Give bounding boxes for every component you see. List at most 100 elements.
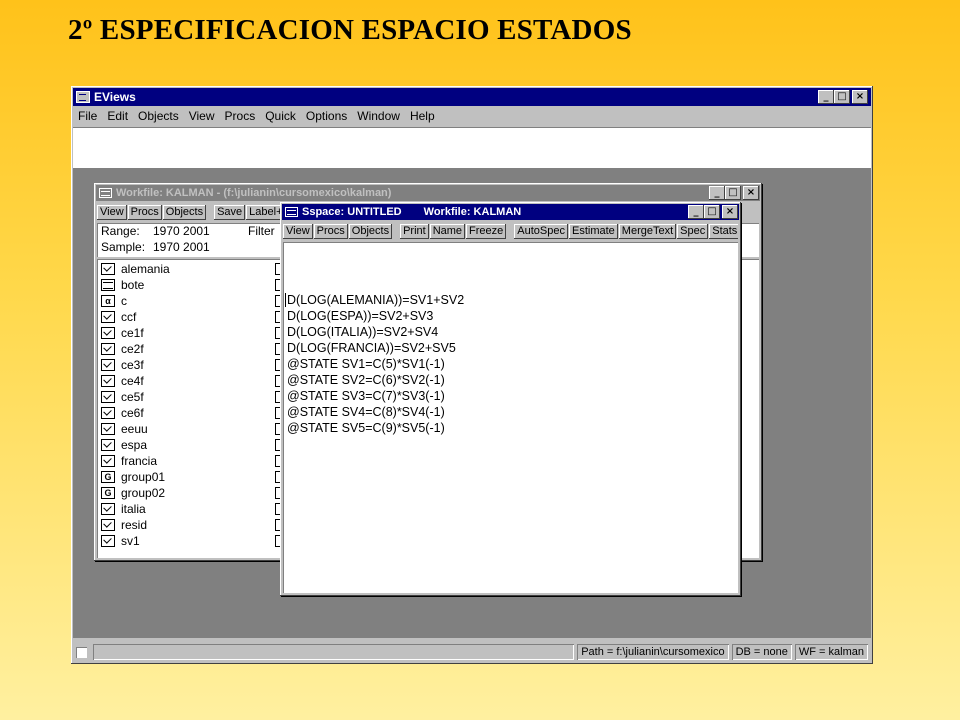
- workfile-object-name: italia: [121, 502, 146, 516]
- workfile-object-item[interactable]: αc: [101, 293, 127, 309]
- maximize-button[interactable]: □: [834, 90, 850, 104]
- ss-estimate-button[interactable]: Estimate: [569, 223, 618, 239]
- filter-label[interactable]: Filter: [248, 223, 275, 239]
- sspace-maximize-button[interactable]: □: [704, 205, 720, 219]
- series-icon: [101, 423, 115, 435]
- series-icon: [101, 535, 115, 547]
- sample-value[interactable]: 1970 2001: [153, 240, 210, 254]
- ss-stats-button[interactable]: Stats: [709, 223, 738, 239]
- menubar: File Edit Objects View Procs Quick Optio…: [73, 107, 871, 125]
- menu-edit[interactable]: Edit: [102, 109, 133, 123]
- command-window[interactable]: [73, 127, 871, 169]
- statusbar: Path = f:\julianin\cursomexico DB = none…: [73, 642, 871, 662]
- workfile-object-item[interactable]: sv1: [101, 533, 140, 549]
- app-titlebar[interactable]: EViews _ □ ×: [73, 88, 871, 106]
- workfile-titlebar[interactable]: Workfile: KALMAN - (f:\julianin\cursomex…: [96, 185, 760, 201]
- sspace-window[interactable]: Sspace: UNTITLED Workfile: KALMAN _ □ × …: [280, 202, 741, 596]
- menu-procs[interactable]: Procs: [220, 109, 261, 123]
- workfile-object-item[interactable]: resid: [101, 517, 147, 533]
- menu-options[interactable]: Options: [301, 109, 352, 123]
- ss-mergetext-button[interactable]: MergeText: [618, 223, 677, 239]
- ss-name-button[interactable]: Name: [429, 223, 466, 239]
- slide-title: 2º ESPECIFICACION ESPACIO ESTADOS: [68, 14, 632, 46]
- workfile-object-item[interactable]: ccf: [101, 309, 136, 325]
- menu-window[interactable]: Window: [352, 109, 405, 123]
- sspace-titlebar[interactable]: Sspace: UNTITLED Workfile: KALMAN _ □ ×: [282, 204, 739, 220]
- workspace: Workfile: KALMAN - (f:\julianin\cursomex…: [73, 169, 871, 638]
- workfile-object-item[interactable]: ce1f: [101, 325, 144, 341]
- ss-freeze-button[interactable]: Freeze: [466, 223, 507, 239]
- workfile-object-item[interactable]: eeuu: [101, 421, 148, 437]
- status-checkbox[interactable]: [76, 646, 87, 658]
- menu-help[interactable]: Help: [405, 109, 440, 123]
- wf-save-button[interactable]: Save: [214, 204, 246, 220]
- menu-view[interactable]: View: [184, 109, 220, 123]
- sspace-minimize-button[interactable]: _: [688, 205, 704, 219]
- menu-quick[interactable]: Quick: [260, 109, 301, 123]
- sample-label: Sample:: [101, 240, 146, 254]
- workfile-object-item[interactable]: Ggroup01: [101, 469, 165, 485]
- workfile-close-button[interactable]: ×: [743, 186, 759, 200]
- menu-file[interactable]: File: [73, 109, 102, 123]
- table-icon: [101, 279, 115, 291]
- workfile-object-name: francia: [121, 454, 158, 468]
- workfile-object-name: ce5f: [121, 390, 144, 404]
- workfile-object-item[interactable]: espa: [101, 437, 147, 453]
- workfile-object-name: ce3f: [121, 358, 144, 372]
- workfile-minimize-button[interactable]: _: [709, 186, 725, 200]
- workfile-object-name: ce4f: [121, 374, 144, 388]
- workfile-object-item[interactable]: Ggroup02: [101, 485, 165, 501]
- workfile-object-name: c: [121, 294, 127, 308]
- group-icon: G: [101, 487, 115, 499]
- workfile-object-item[interactable]: ce5f: [101, 389, 144, 405]
- status-db: DB = none: [732, 644, 792, 660]
- menu-objects[interactable]: Objects: [133, 109, 184, 123]
- workfile-object-item[interactable]: italia: [101, 501, 146, 517]
- range-value[interactable]: 1970 2001: [153, 224, 210, 238]
- series-icon: [101, 391, 115, 403]
- workfile-icon: [99, 188, 112, 198]
- workfile-object-item[interactable]: ce3f: [101, 357, 144, 373]
- status-wf: WF = kalman: [795, 644, 868, 660]
- coef-icon: α: [101, 295, 115, 307]
- ss-view-button[interactable]: View: [283, 223, 313, 239]
- wf-procs-button[interactable]: Procs: [127, 204, 162, 220]
- eviews-app-icon[interactable]: [76, 91, 90, 103]
- series-icon: [101, 519, 115, 531]
- series-icon: [101, 263, 115, 275]
- workfile-object-name: group01: [121, 470, 166, 484]
- ss-print-button[interactable]: Print: [400, 223, 429, 239]
- sspace-title: Sspace: UNTITLED: [302, 206, 402, 218]
- ss-autospec-button[interactable]: AutoSpec: [514, 223, 568, 239]
- sspace-close-button[interactable]: ×: [722, 205, 738, 219]
- workfile-object-item[interactable]: ce4f: [101, 373, 144, 389]
- wf-objects-button[interactable]: Objects: [162, 204, 207, 220]
- workfile-maximize-button[interactable]: □: [725, 186, 741, 200]
- text-caret: [285, 293, 286, 307]
- workfile-object-name: sv1: [121, 534, 140, 548]
- group-icon: G: [101, 471, 115, 483]
- ss-procs-button[interactable]: Procs: [313, 223, 348, 239]
- spec-line: D(LOG(ITALIA))=SV2+SV4: [287, 325, 439, 339]
- series-icon: [101, 327, 115, 339]
- series-icon: [101, 503, 115, 515]
- workfile-object-name: ce1f: [121, 326, 144, 340]
- workfile-object-item[interactable]: alemania: [101, 261, 170, 277]
- workfile-object-item[interactable]: francia: [101, 453, 157, 469]
- close-button[interactable]: ×: [852, 90, 868, 104]
- status-message: [93, 644, 574, 660]
- wf-view-button[interactable]: View: [97, 204, 127, 220]
- workfile-object-item[interactable]: bote: [101, 277, 144, 293]
- ss-objects-button[interactable]: Objects: [348, 223, 393, 239]
- eviews-window: EViews _ □ × File Edit Objects View Proc…: [71, 86, 873, 664]
- sspace-spec-editor[interactable]: D(LOG(ALEMANIA))=SV1+SV2 D(LOG(ESPA))=SV…: [283, 242, 738, 593]
- workfile-object-name: espa: [121, 438, 148, 452]
- ss-spec-button[interactable]: Spec: [677, 223, 709, 239]
- minimize-button[interactable]: _: [818, 90, 834, 104]
- series-icon: [101, 311, 115, 323]
- spec-line: D(LOG(FRANCIA))=SV2+SV5: [287, 341, 456, 355]
- spec-line: D(LOG(ALEMANIA))=SV1+SV2: [287, 293, 465, 307]
- workfile-object-item[interactable]: ce6f: [101, 405, 144, 421]
- workfile-object-item[interactable]: ce2f: [101, 341, 144, 357]
- workfile-title: Workfile: KALMAN - (f:\julianin\cursomex…: [116, 187, 392, 199]
